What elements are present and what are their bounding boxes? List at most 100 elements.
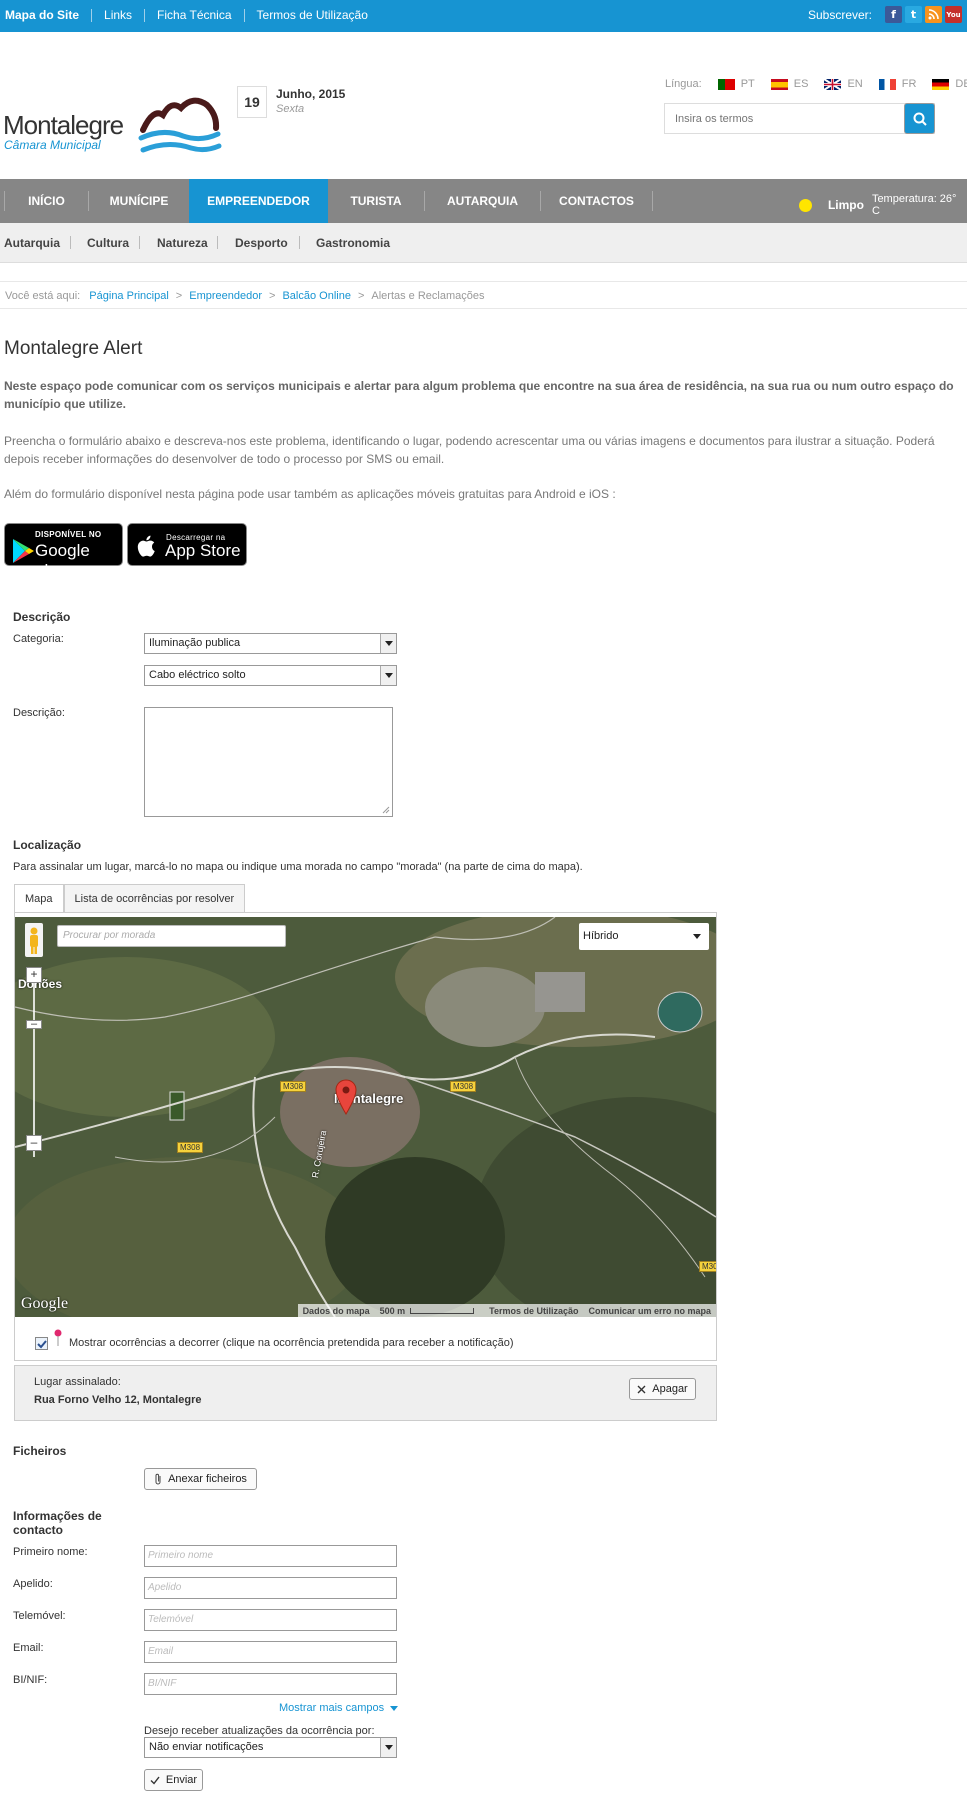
twitter-icon[interactable]: t <box>905 6 922 23</box>
search-button[interactable] <box>904 103 935 134</box>
nav-separator <box>652 191 653 211</box>
top-link-tech-sheet[interactable]: Ficha Técnica <box>144 9 243 22</box>
top-link-sitemap[interactable]: Mapa do Site <box>5 9 91 22</box>
tab-map[interactable]: Mapa <box>14 884 64 913</box>
last-name-label: Apelido: <box>13 1578 53 1590</box>
description-section-title: Descrição <box>13 610 71 624</box>
breadcrumb-separator: > <box>357 290 365 302</box>
map-panel: Donões Montalegre R. Corujeira M308 M308… <box>14 912 717 1361</box>
map-footer: Dados do mapa 500 m Termos de Utilização… <box>297 1304 716 1317</box>
street-view-icon[interactable] <box>25 923 43 957</box>
nav-item-contactos[interactable]: CONTACTOS <box>541 179 652 223</box>
weather-condition: Limpo <box>827 198 864 212</box>
description-textarea[interactable] <box>144 707 393 817</box>
zoom-out-button[interactable]: – <box>26 1135 42 1151</box>
map-terms-link[interactable]: Termos de Utilização <box>484 1306 583 1316</box>
map-view[interactable]: Donões Montalegre R. Corujeira M308 M308… <box>15 917 716 1317</box>
map-data-link[interactable]: Dados do mapa <box>298 1306 375 1316</box>
category-select[interactable]: Iluminação publica <box>144 633 397 654</box>
map-road-badge: M308 <box>450 1081 477 1092</box>
send-button[interactable]: Enviar <box>144 1769 203 1791</box>
email-field[interactable]: Email <box>144 1641 397 1663</box>
rss-icon[interactable] <box>925 6 942 23</box>
apps-text: Além do formulário disponível nesta pági… <box>4 487 616 501</box>
first-name-field[interactable]: Primeiro nome <box>144 1545 397 1567</box>
nav-item-turista[interactable]: TURISTA <box>328 179 424 223</box>
chevron-down-icon <box>380 666 396 685</box>
map-scale-bar <box>410 1307 475 1314</box>
first-name-label: Primeiro nome: <box>13 1546 88 1558</box>
map-road-badge: M30 <box>699 1261 716 1272</box>
clear-place-button[interactable]: Apagar <box>629 1378 696 1400</box>
checkmark-icon <box>36 1339 47 1348</box>
google-play-top-text: DISPONÍVEL NO <box>35 530 102 539</box>
breadcrumb-home[interactable]: Página Principal <box>89 290 169 302</box>
top-link-terms[interactable]: Termos de Utilização <box>243 9 380 22</box>
id-nif-label: BI/NIF: <box>13 1674 48 1686</box>
checkmark-icon <box>150 1776 160 1785</box>
show-more-fields-label: Mostrar mais campos <box>279 1702 385 1714</box>
lang-en[interactable]: EN <box>824 78 863 90</box>
last-name-field[interactable]: Apelido <box>144 1577 397 1599</box>
selected-place-box: Lugar assinalado: Rua Forno Velho 12, Mo… <box>14 1365 717 1421</box>
resize-handle-icon[interactable] <box>382 806 390 814</box>
top-link-links[interactable]: Links <box>91 9 144 22</box>
youtube-icon[interactable]: You <box>945 6 962 23</box>
subnav-separator <box>70 236 71 249</box>
subnav-item-natureza[interactable]: Natureza <box>157 236 208 250</box>
breadcrumb: Você está aqui: Página Principal > Empreen… <box>0 281 967 309</box>
map-road-badge: M308 <box>177 1142 204 1153</box>
tab-occurrences-list[interactable]: Lista de ocorrências por resolver <box>63 884 246 913</box>
subnav-item-cultura[interactable]: Cultura <box>87 236 129 250</box>
zoom-slider-track[interactable] <box>33 977 35 1157</box>
map-address-search-input[interactable]: Procurar por morada <box>57 925 286 947</box>
nav-item-empreendedor[interactable]: EMPREENDEDOR <box>189 179 328 223</box>
lang-de[interactable]: DE <box>932 78 967 90</box>
google-play-badge[interactable]: DISPONÍVEL NO Google play <box>4 523 123 580</box>
portugal-flag-icon <box>717 78 735 90</box>
show-occurrences-label: Mostrar ocorrências a decorrer (clique n… <box>69 1337 514 1349</box>
mobile-field[interactable]: Telemóvel <box>144 1609 397 1631</box>
notification-select[interactable]: Não enviar notificações <box>144 1737 397 1758</box>
search-input[interactable] <box>665 104 900 133</box>
selected-place-value: Rua Forno Velho 12, Montalegre <box>34 1394 202 1406</box>
breadcrumb-separator: > <box>269 290 276 302</box>
date-weekday: Sexta <box>276 103 305 115</box>
map-type-value: Híbrido <box>583 930 619 942</box>
subnav-item-desporto[interactable]: Desporto <box>235 236 288 250</box>
top-bar: Mapa do Site Links Ficha Técnica Termos … <box>0 0 967 32</box>
nav-item-autarquia[interactable]: AUTARQUIA <box>425 179 540 223</box>
subcategory-select[interactable]: Cabo eléctrico solto <box>144 665 397 686</box>
lang-fr[interactable]: FR <box>878 78 916 90</box>
date-day: 19 <box>237 86 267 118</box>
top-links: Mapa do Site Links Ficha Técnica Termos … <box>5 9 380 22</box>
map-type-select[interactable]: Híbrido <box>579 923 709 950</box>
lang-pt[interactable]: PT <box>717 78 755 90</box>
site-logo[interactable]: Montalegre Câmara Municipal <box>3 70 223 170</box>
show-more-fields-link[interactable]: Mostrar mais campos <box>279 1702 399 1714</box>
nav-item-municipe[interactable]: MUNÍCIPE <box>89 179 189 223</box>
breadcrumb-balcao-online[interactable]: Balcão Online <box>282 290 351 302</box>
subnav-item-gastronomia[interactable]: Gastronomia <box>316 236 390 250</box>
zoom-slider-handle[interactable]: – <box>26 1019 42 1030</box>
apple-icon <box>137 535 155 557</box>
attach-files-label: Anexar ficheiros <box>168 1473 247 1485</box>
breadcrumb-empreendedor[interactable]: Empreendedor <box>189 290 262 302</box>
lang-en-label: EN <box>847 78 863 90</box>
zoom-in-button[interactable]: + <box>26 967 42 983</box>
map-marker-icon[interactable] <box>335 1079 357 1115</box>
files-section-title: Ficheiros <box>13 1444 67 1458</box>
show-occurrences-checkbox[interactable] <box>35 1337 48 1350</box>
lang-es[interactable]: ES <box>770 78 808 90</box>
nav-item-inicio[interactable]: INÍCIO <box>5 179 88 223</box>
subnav-item-autarquia[interactable]: Autarquia <box>4 236 60 250</box>
category-label: Categoria: <box>13 633 64 645</box>
breadcrumb-label: Você está aqui: <box>5 290 81 302</box>
id-nif-field[interactable]: BI/NIF <box>144 1673 397 1695</box>
facebook-icon[interactable]: f <box>885 6 902 23</box>
notification-select-value: Não enviar notificações <box>149 1741 264 1753</box>
attach-files-button[interactable]: Anexar ficheiros <box>144 1468 257 1490</box>
subscribe: Subscrever: f t You <box>808 6 962 23</box>
map-report-error-link[interactable]: Comunicar um erro no mapa <box>583 1306 716 1316</box>
app-store-badge[interactable]: Descarregar na App Store <box>127 523 247 566</box>
